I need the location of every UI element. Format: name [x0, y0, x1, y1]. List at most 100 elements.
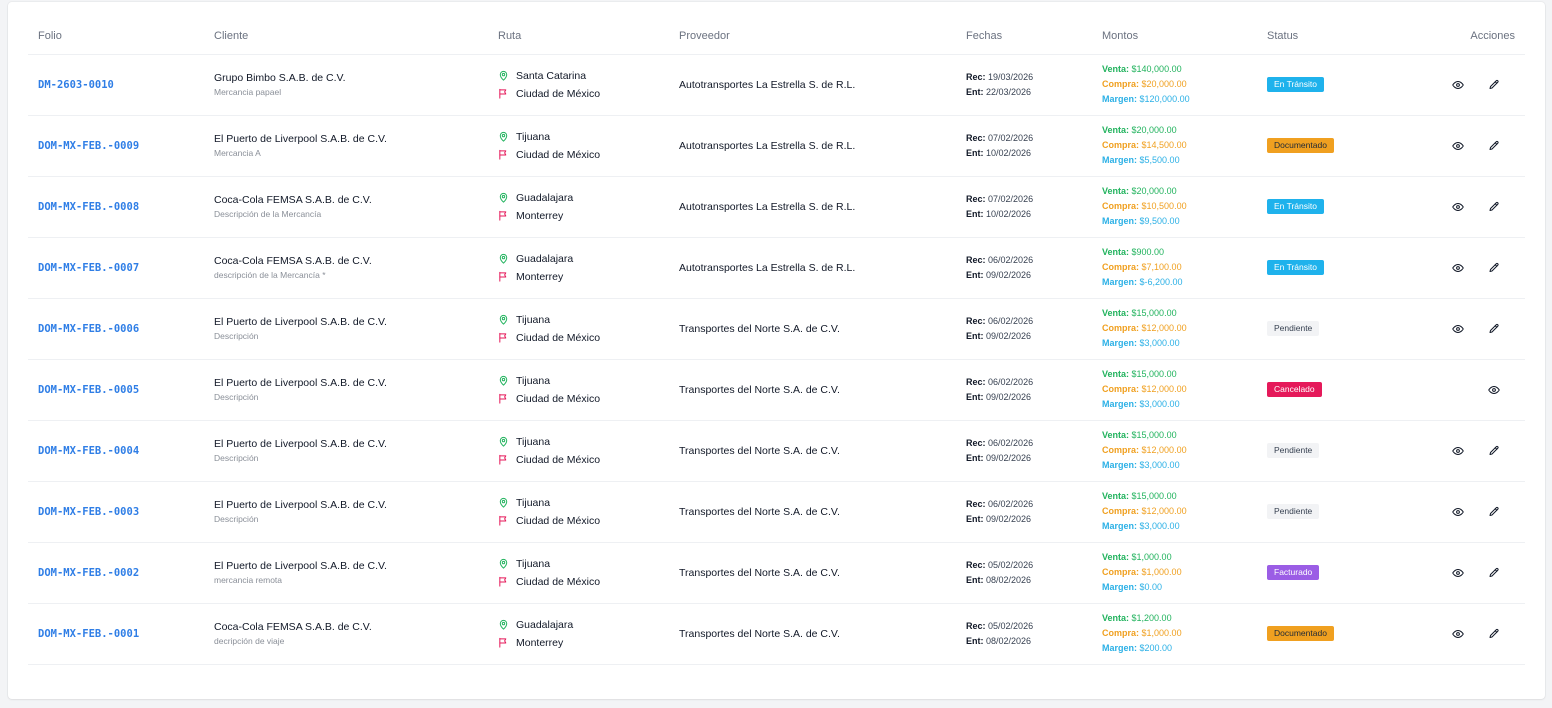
edit-button[interactable] [1483, 562, 1505, 584]
folio-link[interactable]: DOM-MX-FEB.-0007 [38, 262, 139, 274]
folio-link[interactable]: DOM-MX-FEB.-0005 [38, 384, 139, 396]
status-badge: Pendiente [1267, 321, 1320, 336]
view-button[interactable] [1447, 196, 1469, 218]
compra-value: $12,000.00 [1141, 445, 1187, 455]
edit-button[interactable] [1483, 196, 1505, 218]
rec-label: Rec: [966, 71, 986, 82]
provider-cell: Autotransportes La Estrella S. de R.L. [669, 115, 956, 177]
table-row: DOM-MX-FEB.-0009 El Puerto de Liverpool S… [28, 115, 1525, 177]
edit-button[interactable] [1483, 440, 1505, 462]
route-origin: Tijuana [516, 130, 551, 143]
shipments-table: Folio Cliente Ruta Proveedor Fechas Mont… [28, 18, 1525, 665]
reception-date: Rec: 19/03/2026 [966, 70, 1092, 85]
header-cliente: Cliente [204, 18, 488, 55]
cargo-description: Mercancia A [214, 147, 261, 158]
pencil-icon [1488, 201, 1500, 213]
pencil-icon [1488, 445, 1500, 457]
folio-cell: DOM-MX-FEB.-0003 [28, 481, 204, 543]
sale-amount: Venta: $140,000.00 [1102, 62, 1257, 77]
venta-value: $1,200.00 [1131, 613, 1172, 623]
venta-label: Venta: [1102, 369, 1130, 379]
folio-cell: DOM-MX-FEB.-0004 [28, 420, 204, 482]
actions-cell [1377, 298, 1525, 360]
view-button[interactable] [1447, 623, 1469, 645]
rec-label: Rec: [966, 498, 986, 509]
folio-link[interactable]: DOM-MX-FEB.-0003 [38, 506, 139, 518]
eye-icon [1452, 79, 1464, 91]
folio-link[interactable]: DOM-MX-FEB.-0006 [38, 323, 139, 335]
margen-label: Margen: [1102, 338, 1138, 348]
edit-button[interactable] [1483, 318, 1505, 340]
view-button[interactable] [1447, 74, 1469, 96]
compra-label: Compra: [1102, 262, 1140, 272]
view-button[interactable] [1447, 318, 1469, 340]
ent-value: 08/02/2026 [986, 635, 1032, 646]
view-button[interactable] [1483, 379, 1505, 401]
view-button[interactable] [1447, 257, 1469, 279]
flag-icon [498, 576, 516, 587]
reception-date: Rec: 06/02/2026 [966, 314, 1092, 329]
amounts-cell: Venta: $1,000.00 Compra: $1,000.00 Margen:… [1092, 542, 1257, 604]
route-destination: Ciudad de México [516, 87, 601, 100]
folio-link[interactable]: DOM-MX-FEB.-0004 [38, 445, 139, 457]
route-cell: Tijuana Ciudad de México [488, 115, 669, 177]
rec-label: Rec: [966, 559, 986, 570]
route-destination: Ciudad de México [516, 514, 601, 527]
pencil-icon [1488, 262, 1500, 274]
dates-cell: Rec: 06/02/2026 Ent: 09/02/2026 [956, 481, 1092, 543]
route-origin: Tijuana [516, 557, 551, 570]
view-button[interactable] [1447, 440, 1469, 462]
provider-cell: Transportes del Norte S.A. de C.V. [669, 542, 956, 604]
header-status: Status [1257, 18, 1377, 55]
venta-label: Venta: [1102, 308, 1130, 318]
pencil-icon [1488, 140, 1500, 152]
provider-name: Autotransportes La Estrella S. de R.L. [679, 78, 856, 91]
edit-button[interactable] [1483, 501, 1505, 523]
status-badge: Documentado [1267, 138, 1334, 153]
ent-label: Ent: [966, 86, 984, 97]
status-badge: En Tránsito [1267, 77, 1324, 92]
ent-value: 09/02/2026 [986, 330, 1032, 341]
view-button[interactable] [1447, 501, 1469, 523]
purchase-amount: Compra: $12,000.00 [1102, 321, 1257, 336]
ent-value: 10/02/2026 [986, 208, 1032, 219]
route-destination: Monterrey [516, 636, 564, 649]
header-proveedor: Proveedor [669, 18, 956, 55]
ent-label: Ent: [966, 574, 984, 585]
compra-label: Compra: [1102, 506, 1140, 516]
dates-cell: Rec: 06/02/2026 Ent: 09/02/2026 [956, 420, 1092, 482]
ent-value: 08/02/2026 [986, 574, 1032, 585]
amounts-cell: Venta: $20,000.00 Compra: $14,500.00 Marge… [1092, 115, 1257, 177]
folio-cell: DOM-MX-FEB.-0001 [28, 603, 204, 665]
provider-name: Transportes del Norte S.A. de C.V. [679, 444, 840, 457]
folio-link[interactable]: DOM-MX-FEB.-0009 [38, 140, 139, 152]
compra-value: $7,100.00 [1141, 262, 1182, 272]
edit-button[interactable] [1483, 74, 1505, 96]
route-cell: Tijuana Ciudad de México [488, 481, 669, 543]
compra-value: $1,000.00 [1141, 567, 1182, 577]
route-destination: Ciudad de México [516, 453, 601, 466]
folio-cell: DOM-MX-FEB.-0002 [28, 542, 204, 604]
folio-link[interactable]: DOM-MX-FEB.-0001 [38, 628, 139, 640]
compra-label: Compra: [1102, 445, 1140, 455]
margen-label: Margen: [1102, 521, 1138, 531]
actions-cell [1377, 359, 1525, 421]
edit-button[interactable] [1483, 623, 1505, 645]
edit-button[interactable] [1483, 135, 1505, 157]
view-button[interactable] [1447, 562, 1469, 584]
margen-value: $0.00 [1139, 582, 1163, 592]
purchase-amount: Compra: $7,100.00 [1102, 260, 1257, 275]
edit-button[interactable] [1483, 257, 1505, 279]
status-badge: Cancelado [1267, 382, 1322, 397]
client-cell: Grupo Bimbo S.A.B. de C.V. Mercancia papa… [204, 54, 488, 116]
margen-value: $3,000.00 [1139, 521, 1180, 531]
client-cell: El Puerto de Liverpool S.A.B. de C.V. Des… [204, 481, 488, 543]
rec-value: 06/02/2026 [988, 437, 1034, 448]
view-button[interactable] [1447, 135, 1469, 157]
folio-link[interactable]: DOM-MX-FEB.-0002 [38, 567, 139, 579]
amounts-cell: Venta: $900.00 Compra: $7,100.00 Margen: $… [1092, 237, 1257, 299]
rec-value: 06/02/2026 [988, 498, 1034, 509]
folio-link[interactable]: DM-2603-0010 [38, 79, 114, 91]
folio-link[interactable]: DOM-MX-FEB.-0008 [38, 201, 139, 213]
margin-amount: Margen: $9,500.00 [1102, 214, 1257, 229]
